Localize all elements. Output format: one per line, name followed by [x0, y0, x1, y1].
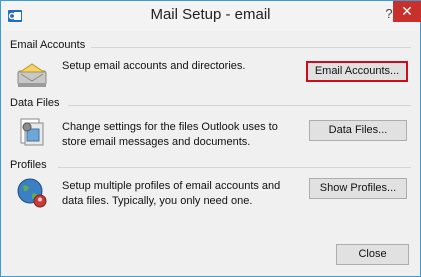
- close-button-label: Close: [358, 248, 387, 260]
- section-label-profiles: Profiles: [10, 159, 47, 171]
- show-profiles-button-label: Show Profiles...: [319, 182, 397, 194]
- data-files-button-label: Data Files...: [328, 124, 388, 136]
- email-accounts-button[interactable]: Email Accounts...: [306, 61, 408, 82]
- email-accounts-description: Setup email accounts and directories.: [62, 60, 246, 72]
- section-divider: [91, 47, 411, 48]
- section-label-data-files: Data Files: [10, 97, 60, 109]
- mail-setup-window: Mail Setup - email ? ✕ Email Accounts Se…: [0, 0, 421, 277]
- section-label-email-accounts: Email Accounts: [10, 39, 86, 51]
- close-button[interactable]: Close: [336, 244, 409, 265]
- title-bar: Mail Setup - email ? ✕: [1, 1, 421, 31]
- window-title: Mail Setup - email: [150, 6, 271, 23]
- profiles-description-line1: Setup multiple profiles of email account…: [62, 180, 281, 192]
- section-divider: [68, 105, 411, 106]
- section-divider: [58, 167, 411, 168]
- data-files-icon: [20, 118, 44, 146]
- email-accounts-icon: [17, 63, 47, 87]
- profiles-description-line2: data files. Typically, you only need one…: [62, 195, 253, 207]
- data-files-description-line2: store email messages and documents.: [62, 136, 251, 148]
- window-close-button[interactable]: ✕: [393, 1, 421, 22]
- email-accounts-button-label: Email Accounts...: [314, 65, 400, 77]
- show-profiles-button[interactable]: Show Profiles...: [309, 178, 407, 199]
- data-files-button[interactable]: Data Files...: [309, 120, 407, 141]
- profiles-icon: [17, 178, 47, 208]
- data-files-description-line1: Change settings for the files Outlook us…: [62, 121, 278, 133]
